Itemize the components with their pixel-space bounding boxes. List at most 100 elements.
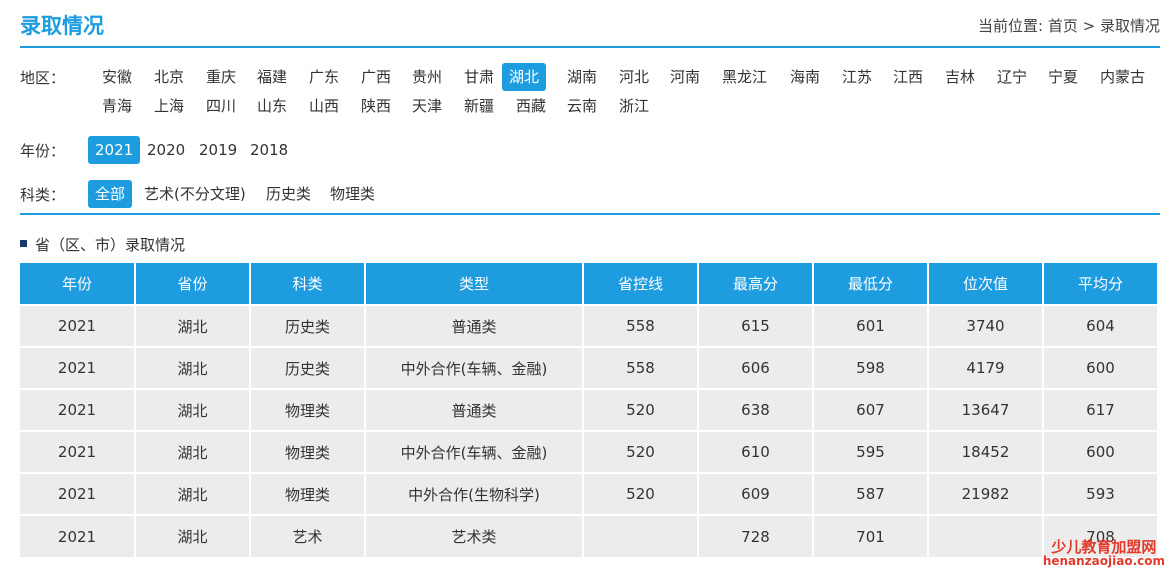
category-option[interactable]: 物理类 bbox=[323, 180, 382, 208]
column-header-type: 类型 bbox=[365, 263, 584, 305]
category-filter-label: 科类： bbox=[20, 186, 66, 204]
cell-province: 湖北 bbox=[135, 346, 251, 389]
cell-max-score: 615 bbox=[698, 304, 814, 347]
region-option[interactable]: 山东 bbox=[250, 92, 294, 120]
region-option[interactable]: 上海 bbox=[147, 92, 191, 120]
cell-min-score: 601 bbox=[813, 304, 929, 347]
cell-min-score: 595 bbox=[813, 430, 929, 473]
category-option[interactable]: 艺术(不分文理) bbox=[137, 180, 253, 208]
cell-year: 2021 bbox=[20, 514, 136, 557]
cell-avg-score: 617 bbox=[1043, 388, 1157, 431]
region-option[interactable]: 安徽 bbox=[95, 63, 139, 91]
region-option[interactable]: 湖南 bbox=[560, 63, 604, 91]
watermark-text-en: henanzaojiao.com bbox=[1042, 554, 1165, 569]
region-option[interactable]: 陕西 bbox=[354, 92, 398, 120]
region-option[interactable]: 辽宁 bbox=[990, 63, 1034, 91]
table-row: 2021 湖北 物理类 中外合作(车辆、金融) 520 610 595 18452 600 bbox=[20, 430, 1157, 473]
category-option[interactable]: 历史类 bbox=[259, 180, 318, 208]
cell-rank bbox=[928, 514, 1044, 557]
region-option[interactable]: 新疆 bbox=[457, 92, 501, 120]
cell-control-line: 520 bbox=[583, 430, 699, 473]
region-option[interactable]: 吉林 bbox=[938, 63, 982, 91]
region-option[interactable]: 四川 bbox=[199, 92, 243, 120]
column-header-year: 年份 bbox=[20, 263, 136, 305]
breadcrumb-separator: > bbox=[1077, 17, 1100, 35]
column-header-province: 省份 bbox=[135, 263, 251, 305]
region-option[interactable]: 内蒙古 bbox=[1093, 63, 1152, 91]
cell-control-line: 520 bbox=[583, 388, 699, 431]
section-title: 省（区、市）录取情况 bbox=[20, 234, 185, 255]
cell-max-score: 606 bbox=[698, 346, 814, 389]
cell-min-score: 607 bbox=[813, 388, 929, 431]
region-option[interactable]: 甘肃 bbox=[457, 63, 501, 91]
square-bullet-icon bbox=[20, 240, 27, 247]
table-header-row: 年份 省份 科类 类型 省控线 最高分 最低分 位次值 平均分 bbox=[20, 263, 1157, 305]
filter-divider bbox=[20, 213, 1160, 215]
year-option[interactable]: 2019 bbox=[192, 136, 244, 164]
region-option[interactable]: 天津 bbox=[405, 92, 449, 120]
region-option[interactable]: 湖北 bbox=[502, 63, 547, 91]
cell-control-line: 520 bbox=[583, 472, 699, 515]
cell-subject: 物理类 bbox=[250, 388, 366, 431]
region-option[interactable]: 河北 bbox=[612, 63, 656, 91]
cell-rank: 21982 bbox=[928, 472, 1044, 515]
region-option[interactable]: 福建 bbox=[250, 63, 294, 91]
cell-max-score: 609 bbox=[698, 472, 814, 515]
column-header-avg-score: 平均分 bbox=[1043, 263, 1157, 305]
cell-max-score: 728 bbox=[698, 514, 814, 557]
year-option[interactable]: 2018 bbox=[243, 136, 295, 164]
region-option[interactable]: 黑龙江 bbox=[715, 63, 774, 91]
region-option[interactable]: 重庆 bbox=[199, 63, 243, 91]
table-row: 2021 湖北 物理类 普通类 520 638 607 13647 617 bbox=[20, 388, 1157, 431]
region-option[interactable]: 宁夏 bbox=[1041, 63, 1085, 91]
year-option[interactable]: 2020 bbox=[140, 136, 192, 164]
cell-rank: 3740 bbox=[928, 304, 1044, 347]
cell-year: 2021 bbox=[20, 304, 136, 347]
column-header-control-line: 省控线 bbox=[583, 263, 699, 305]
watermark-logo: 少儿教育加盟网 henanzaojiao.com bbox=[1042, 539, 1165, 569]
region-option[interactable]: 浙江 bbox=[612, 92, 656, 120]
cell-rank: 13647 bbox=[928, 388, 1044, 431]
cell-max-score: 610 bbox=[698, 430, 814, 473]
cell-control-line: 558 bbox=[583, 346, 699, 389]
cell-avg-score: 604 bbox=[1043, 304, 1157, 347]
column-header-min-score: 最低分 bbox=[813, 263, 929, 305]
region-option[interactable]: 西藏 bbox=[509, 92, 553, 120]
region-option[interactable]: 北京 bbox=[147, 63, 191, 91]
page-header: 录取情况 当前位置: 首页 > 录取情况 bbox=[20, 0, 1160, 48]
region-option[interactable]: 海南 bbox=[783, 63, 827, 91]
region-filter-label: 地区： bbox=[20, 69, 66, 87]
breadcrumb-home-link[interactable]: 首页 bbox=[1048, 17, 1078, 35]
cell-type: 中外合作(车辆、金融) bbox=[365, 430, 584, 473]
cell-type: 普通类 bbox=[365, 388, 584, 431]
category-option[interactable]: 全部 bbox=[88, 180, 133, 208]
cell-province: 湖北 bbox=[135, 304, 251, 347]
breadcrumb-prefix: 当前位置: bbox=[978, 17, 1048, 35]
cell-rank: 4179 bbox=[928, 346, 1044, 389]
column-header-max-score: 最高分 bbox=[698, 263, 814, 305]
table-row: 2021 湖北 历史类 普通类 558 615 601 3740 604 bbox=[20, 304, 1157, 347]
region-option[interactable]: 江西 bbox=[886, 63, 930, 91]
year-option[interactable]: 2021 bbox=[88, 136, 141, 164]
region-option[interactable]: 青海 bbox=[95, 92, 139, 120]
cell-min-score: 598 bbox=[813, 346, 929, 389]
cell-year: 2021 bbox=[20, 346, 136, 389]
region-option[interactable]: 江苏 bbox=[835, 63, 879, 91]
cell-max-score: 638 bbox=[698, 388, 814, 431]
region-option[interactable]: 云南 bbox=[560, 92, 604, 120]
cell-avg-score: 600 bbox=[1043, 430, 1157, 473]
cell-min-score: 701 bbox=[813, 514, 929, 557]
cell-year: 2021 bbox=[20, 472, 136, 515]
region-option[interactable]: 广西 bbox=[354, 63, 398, 91]
cell-subject: 历史类 bbox=[250, 304, 366, 347]
cell-subject: 物理类 bbox=[250, 472, 366, 515]
column-header-subject: 科类 bbox=[250, 263, 366, 305]
region-option[interactable]: 河南 bbox=[663, 63, 707, 91]
region-option[interactable]: 贵州 bbox=[405, 63, 449, 91]
region-option[interactable]: 广东 bbox=[302, 63, 346, 91]
breadcrumb: 当前位置: 首页 > 录取情况 bbox=[978, 15, 1160, 36]
section-title-text: 省（区、市）录取情况 bbox=[35, 236, 186, 254]
page-title: 录取情况 bbox=[20, 14, 104, 38]
region-option[interactable]: 山西 bbox=[302, 92, 346, 120]
cell-province: 湖北 bbox=[135, 430, 251, 473]
